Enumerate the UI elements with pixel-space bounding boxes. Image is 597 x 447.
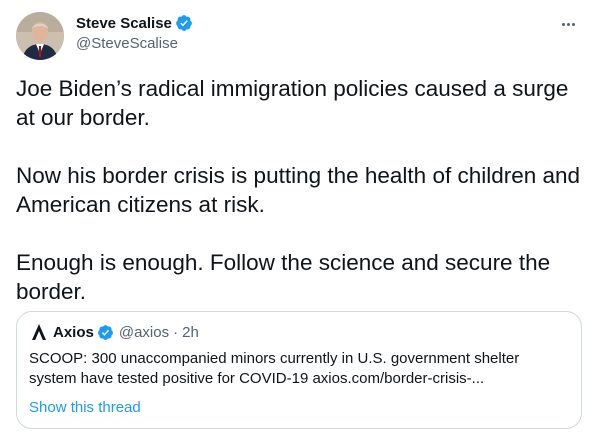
tweet-paragraph: Joe Biden’s radical immigration policies… <box>16 76 569 130</box>
author-handle[interactable]: @SteveScalise <box>76 35 193 52</box>
verified-badge-icon <box>175 14 193 32</box>
quoted-author-name[interactable]: Axios <box>53 324 94 341</box>
tweet-paragraph: Now his border crisis is putting the hea… <box>16 163 581 217</box>
show-thread-link[interactable]: Show this thread <box>29 399 141 416</box>
tweet-text: Joe Biden’s radical immigration policies… <box>16 74 586 306</box>
axios-logo-icon <box>29 323 49 341</box>
author-display-name[interactable]: Steve Scalise <box>76 15 172 32</box>
author-avatar[interactable] <box>16 12 64 60</box>
quoted-tweet-text: SCOOP: 300 unaccompanied minors currentl… <box>29 350 520 387</box>
quoted-timestamp[interactable]: 2h <box>182 324 199 341</box>
quoted-tweet[interactable]: Axios @axios · 2h SCOOP: 300 unaccompani… <box>16 311 582 429</box>
verified-badge-icon <box>97 324 114 341</box>
tweet-card: Steve Scalise @SteveScalise Joe Biden’s … <box>0 0 597 447</box>
quoted-author-handle[interactable]: @axios <box>119 324 169 341</box>
quoted-tweet-header: Axios @axios · 2h <box>29 322 199 342</box>
tweet-paragraph: Enough is enough. Follow the science and… <box>16 250 551 304</box>
more-options-icon[interactable] <box>557 14 579 34</box>
avatar-photo <box>16 12 64 60</box>
author-name-row: Steve Scalise <box>76 13 193 33</box>
meta-separator: · <box>173 323 179 341</box>
author-info: Steve Scalise @SteveScalise <box>76 13 193 52</box>
